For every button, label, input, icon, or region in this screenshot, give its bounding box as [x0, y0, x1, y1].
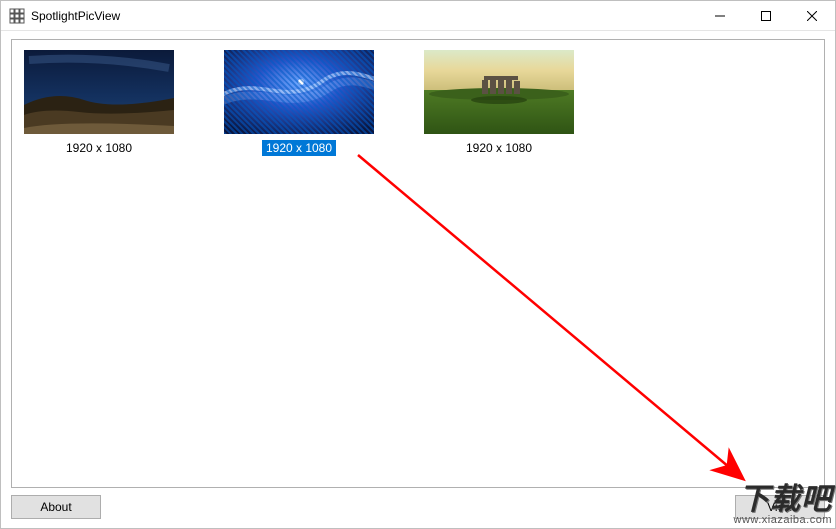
client-area: 1920 x 1080: [1, 31, 835, 528]
app-icon: [9, 8, 25, 24]
thumbnail-image: [424, 50, 574, 134]
view-button[interactable]: View: [735, 495, 825, 519]
thumbnail-image: [224, 50, 374, 134]
titlebar: SpotlightPicView: [1, 1, 835, 31]
app-window: SpotlightPicView: [0, 0, 836, 529]
thumbnail-image: [24, 50, 174, 134]
thumbnail-item[interactable]: 1920 x 1080: [224, 50, 374, 156]
about-button[interactable]: About: [11, 495, 101, 519]
close-button[interactable]: [789, 1, 835, 31]
maximize-button[interactable]: [743, 1, 789, 31]
thumbnail-list: 1920 x 1080: [24, 50, 812, 156]
thumbnail-item[interactable]: 1920 x 1080: [24, 50, 174, 156]
thumbnail-panel: 1920 x 1080: [11, 39, 825, 488]
window-title: SpotlightPicView: [31, 9, 120, 23]
thumbnail-caption: 1920 x 1080: [462, 140, 536, 156]
thumbnail-item[interactable]: 1920 x 1080: [424, 50, 574, 156]
button-bar: About View: [11, 488, 825, 520]
thumbnail-caption: 1920 x 1080: [262, 140, 336, 156]
minimize-button[interactable]: [697, 1, 743, 31]
thumbnail-caption: 1920 x 1080: [62, 140, 136, 156]
